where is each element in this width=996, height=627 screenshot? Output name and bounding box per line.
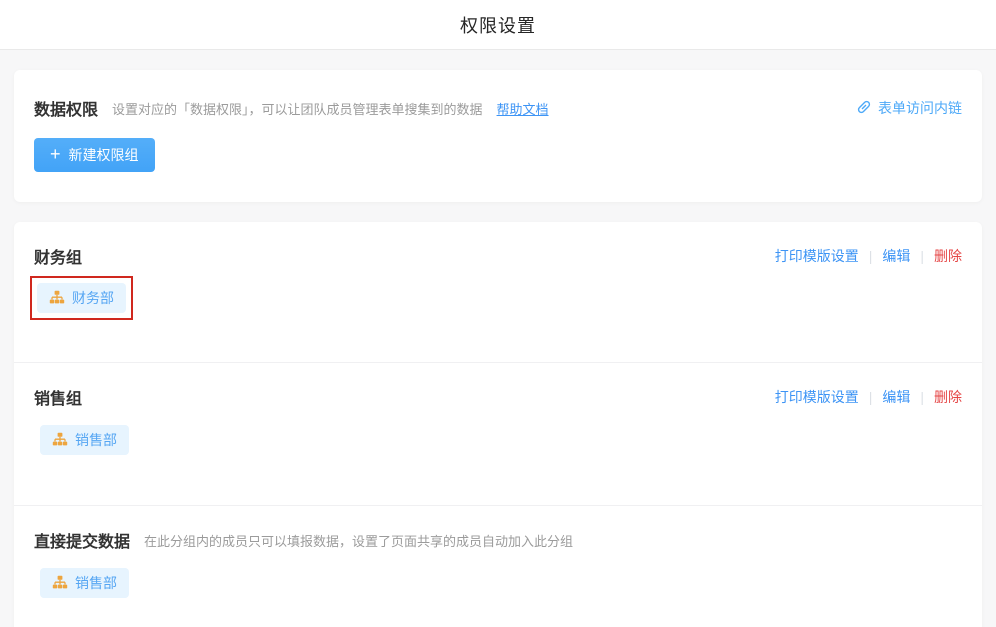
permission-groups-card: 财务组 打印模版设置 | 编辑 | 删除 — [14, 222, 982, 627]
link-icon — [856, 99, 872, 118]
data-permission-card: 数据权限 设置对应的「数据权限」，可以让团队成员管理表单搜集到的数据 帮助文档 … — [14, 70, 982, 202]
group-name: 财务组 — [34, 244, 82, 268]
permission-group-section-sales: 销售组 打印模版设置 | 编辑 | 删除 — [14, 362, 982, 505]
org-chart-icon — [49, 290, 65, 306]
section-header-left: 销售组 — [34, 385, 775, 409]
data-permission-header-row: 数据权限 设置对应的「数据权限」，可以让团队成员管理表单搜集到的数据 帮助文档 … — [34, 96, 962, 120]
action-separator: | — [920, 389, 924, 405]
print-template-settings-link[interactable]: 打印模版设置 — [775, 387, 859, 407]
print-template-settings-link[interactable]: 打印模版设置 — [775, 246, 859, 266]
action-separator: | — [869, 248, 873, 264]
tag-row: 销售部 — [40, 425, 962, 455]
permission-group-section-finance: 财务组 打印模版设置 | 编辑 | 删除 — [14, 222, 982, 362]
data-permission-description: 设置对应的「数据权限」，可以让团队成员管理表单搜集到的数据 — [112, 99, 483, 118]
section-header: 销售组 打印模版设置 | 编辑 | 删除 — [34, 385, 962, 409]
new-permission-group-button-label: 新建权限组 — [69, 145, 139, 165]
edit-link[interactable]: 编辑 — [882, 246, 910, 266]
group-actions: 打印模版设置 | 编辑 | 删除 — [775, 387, 962, 407]
permission-group-section-direct-submit: 直接提交数据 在此分组内的成员只可以填报数据，设置了页面共享的成员自动加入此分组 — [14, 505, 982, 627]
page-title: 权限设置 — [460, 12, 536, 38]
plus-icon: + — [50, 145, 61, 163]
data-permission-title: 数据权限 — [34, 96, 98, 120]
section-header: 财务组 打印模版设置 | 编辑 | 删除 — [34, 244, 962, 268]
action-separator: | — [869, 389, 873, 405]
form-access-link-label: 表单访问内链 — [878, 98, 962, 118]
delete-link[interactable]: 删除 — [934, 387, 962, 407]
org-chart-icon — [52, 432, 68, 448]
group-name: 直接提交数据 — [34, 528, 130, 552]
department-tag: 销售部 — [40, 425, 129, 455]
section-header-left: 财务组 — [34, 244, 775, 268]
main-content: 数据权限 设置对应的「数据权限」，可以让团队成员管理表单搜集到的数据 帮助文档 … — [0, 50, 996, 627]
annotation-highlight-box: 财务部 — [30, 276, 133, 320]
org-chart-icon — [52, 575, 68, 591]
form-access-link[interactable]: 表单访问内链 — [856, 98, 962, 118]
tag-row: 销售部 — [40, 568, 962, 598]
group-description: 在此分组内的成员只可以填报数据，设置了页面共享的成员自动加入此分组 — [144, 531, 573, 550]
group-actions: 打印模版设置 | 编辑 | 删除 — [775, 246, 962, 266]
action-separator: | — [920, 248, 924, 264]
department-tag: 销售部 — [40, 568, 129, 598]
page-header: 权限设置 — [0, 0, 996, 50]
delete-link[interactable]: 删除 — [934, 246, 962, 266]
department-tag: 财务部 — [37, 283, 126, 313]
group-name: 销售组 — [34, 385, 82, 409]
new-permission-group-button[interactable]: + 新建权限组 — [34, 138, 155, 172]
edit-link[interactable]: 编辑 — [882, 387, 910, 407]
section-header: 直接提交数据 在此分组内的成员只可以填报数据，设置了页面共享的成员自动加入此分组 — [34, 528, 962, 552]
section-header-left: 直接提交数据 在此分组内的成员只可以填报数据，设置了页面共享的成员自动加入此分组 — [34, 528, 962, 552]
help-doc-link[interactable]: 帮助文档 — [497, 99, 549, 118]
